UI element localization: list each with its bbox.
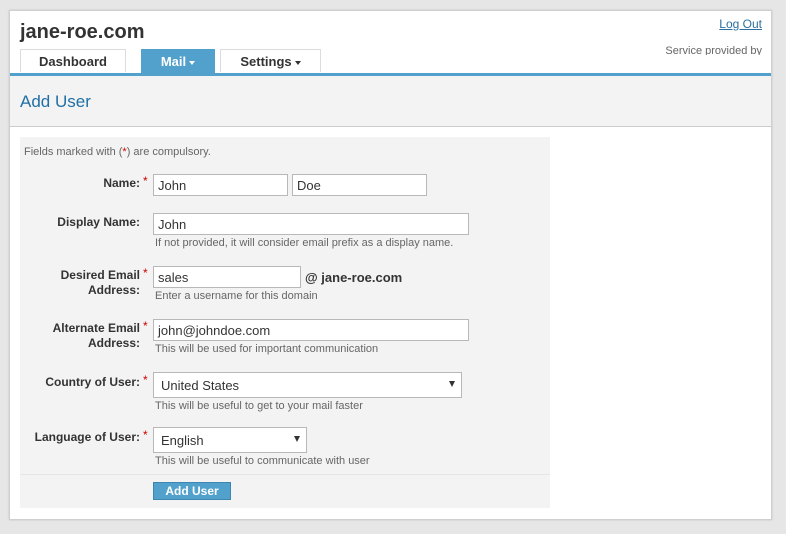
site-title: jane-roe.com [20, 21, 145, 43]
country-hint: This will be useful to get to your mail … [155, 400, 363, 412]
add-user-form: Fields marked with (*) are compulsory. N… [20, 137, 550, 508]
desired-email-input[interactable]: sales [153, 266, 301, 288]
dropdown-arrow-icon [294, 436, 300, 442]
tab-settings[interactable]: Settings [220, 49, 321, 72]
required-marker: * [143, 266, 148, 280]
page-header: Add User [10, 76, 771, 127]
first-name-input[interactable]: John [153, 174, 288, 196]
tab-mail[interactable]: Mail [141, 49, 215, 73]
desired-email-hint: Enter a username for this domain [155, 290, 318, 302]
page-title: Add User [20, 92, 91, 111]
language-hint: This will be useful to communicate with … [155, 455, 370, 467]
required-marker: * [143, 373, 148, 387]
email-domain-suffix: @ jane-roe.com [305, 270, 403, 285]
desired-email-label: Desired Email Address: [60, 268, 140, 297]
alternate-email-label: Alternate Email Address: [52, 321, 140, 350]
display-name-label: Display Name: [57, 215, 140, 229]
required-marker: * [143, 428, 148, 442]
country-label: Country of User: [45, 375, 140, 389]
tab-label: Settings [240, 54, 292, 69]
name-label: Name: [103, 176, 140, 190]
display-name-input[interactable]: John [153, 213, 469, 235]
dropdown-arrow-icon [449, 381, 455, 387]
alternate-email-hint: This will be used for important communic… [155, 343, 379, 355]
last-name-input[interactable]: Doe [292, 174, 427, 196]
alternate-email-input[interactable]: john@johndoe.com [153, 319, 469, 341]
tab-label: Mail [160, 54, 187, 69]
required-marker: * [143, 319, 148, 333]
country-select[interactable]: United States [153, 372, 462, 398]
language-select[interactable]: English [153, 427, 307, 453]
country-selected-value: United States [161, 378, 240, 393]
tab-dashboard[interactable]: Dashboard [20, 49, 126, 72]
display-name-hint: If not provided, it will consider email … [155, 237, 454, 249]
chevron-down-icon [294, 60, 301, 65]
add-user-button[interactable]: Add User [153, 482, 231, 500]
service-provider-text: Service provided by [665, 45, 762, 55]
tab-label: Dashboard [39, 54, 107, 69]
language-label: Language of User: [34, 430, 140, 444]
required-note: Fields marked with (*) are compulsory. [24, 146, 211, 158]
app-window: jane-roe.com Log Out Service provided by… [9, 10, 772, 520]
logout-link[interactable]: Log Out [719, 17, 762, 31]
language-selected-value: English [161, 433, 204, 448]
chevron-down-icon [189, 60, 196, 65]
form-divider [20, 474, 550, 475]
required-marker: * [143, 174, 148, 188]
